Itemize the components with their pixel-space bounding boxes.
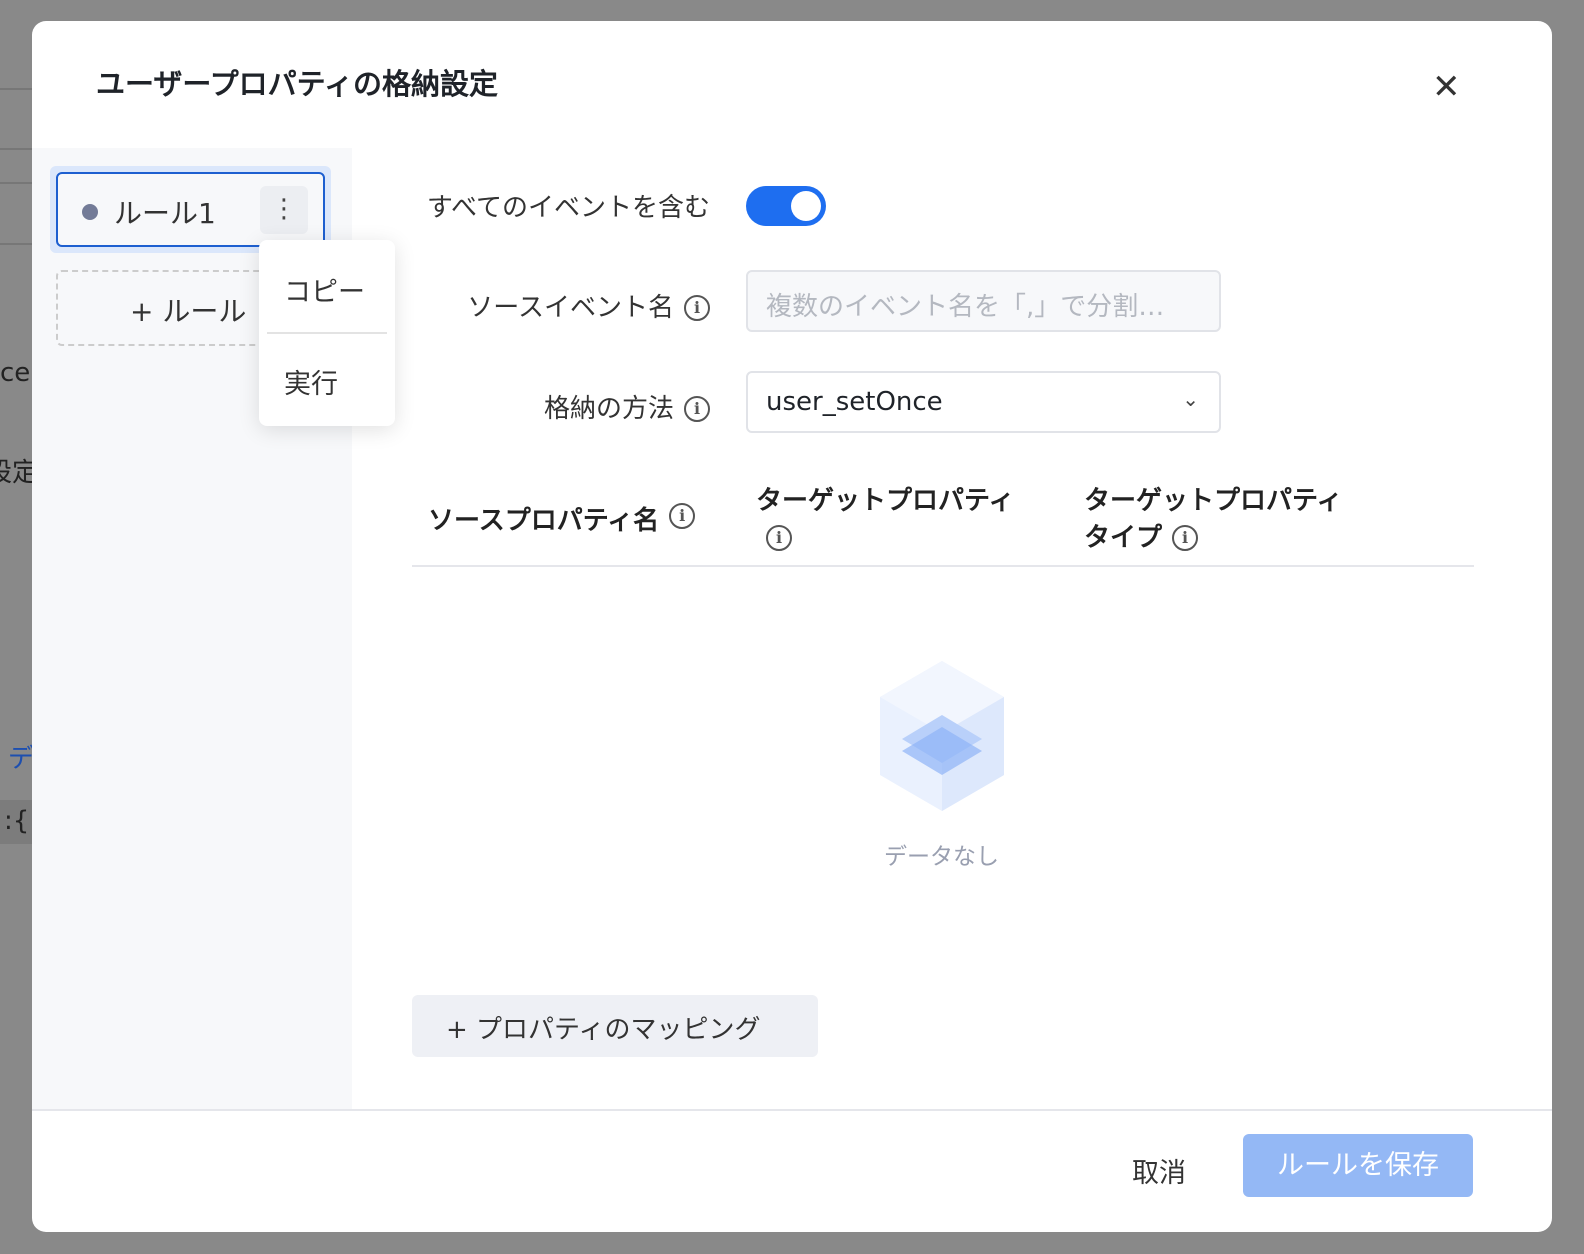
source-event-input[interactable]: 複数のイベント名を「,」で分割… xyxy=(746,270,1221,332)
empty-box-icon xyxy=(880,661,1004,811)
menu-item-copy[interactable]: コピー xyxy=(284,270,365,309)
menu-item-run[interactable]: 実行 xyxy=(284,362,338,401)
include-all-events-toggle[interactable] xyxy=(746,186,826,226)
info-icon[interactable]: i xyxy=(684,396,710,422)
table-header-divider xyxy=(412,565,1474,567)
status-dot-icon xyxy=(82,204,98,220)
more-vertical-icon[interactable]: ⋮ xyxy=(260,186,308,234)
header-source-property: ソースプロパティ名 i xyxy=(428,503,696,540)
include-all-events-label: すべてのイベントを含む xyxy=(426,193,710,223)
background-link: デ xyxy=(8,744,35,774)
background-text: ce xyxy=(0,358,31,388)
rule-label: ルール1 xyxy=(114,197,216,230)
close-icon[interactable]: ✕ xyxy=(1432,67,1461,107)
rule-context-menu: コピー 実行 xyxy=(259,240,395,426)
source-event-label: ソースイベント名 i xyxy=(467,287,710,324)
empty-state-text: データなし xyxy=(884,844,999,870)
storage-method-label: 格納の方法 i xyxy=(544,388,710,425)
property-storage-dialog: ユーザープロパティの格納設定 ✕ ルール1 ⋮ + ルール コピー 実行 すべて… xyxy=(32,21,1552,1232)
info-icon[interactable]: i xyxy=(684,295,710,321)
header-target-property: ターゲットプロパティ i xyxy=(756,483,1014,557)
dialog-title: ユーザープロパティの格納設定 xyxy=(96,67,498,101)
info-icon[interactable]: i xyxy=(1172,525,1199,551)
info-icon[interactable]: i xyxy=(766,525,792,551)
chevron-down-icon: ⌄ xyxy=(1182,387,1199,411)
storage-method-select[interactable]: user_setOnce ⌄ xyxy=(746,371,1221,433)
header-target-property-type: ターゲットプロパティ タイプ i xyxy=(1084,486,1343,553)
footer-divider xyxy=(32,1109,1552,1111)
info-icon[interactable]: i xyxy=(669,503,696,529)
add-property-mapping-button[interactable]: + プロパティのマッピング xyxy=(412,995,818,1057)
background-text: :{ xyxy=(4,806,30,836)
menu-divider xyxy=(267,332,387,334)
save-rule-button[interactable]: ルールを保存 xyxy=(1243,1134,1473,1197)
cancel-button[interactable]: 取消 xyxy=(1132,1151,1186,1190)
